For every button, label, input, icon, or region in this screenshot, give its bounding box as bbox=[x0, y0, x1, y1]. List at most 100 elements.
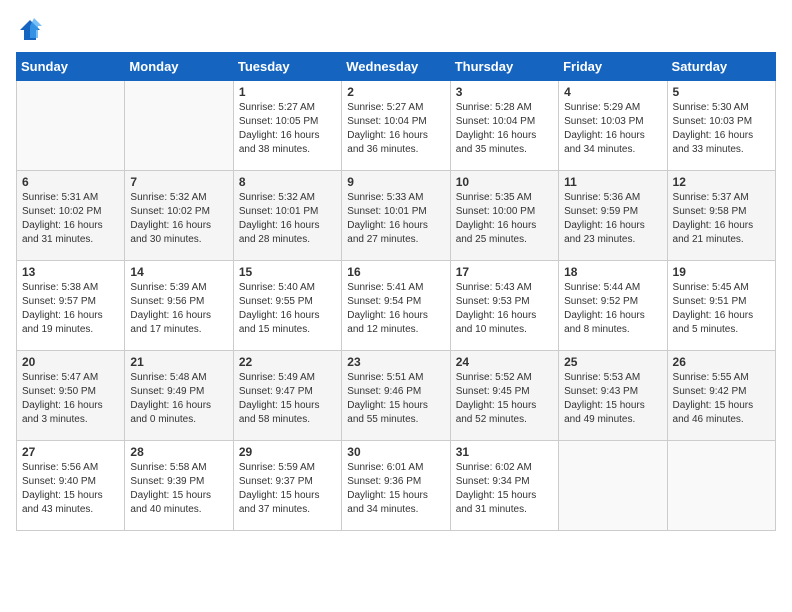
calendar: SundayMondayTuesdayWednesdayThursdayFrid… bbox=[16, 52, 776, 531]
day-info: Sunrise: 5:43 AM Sunset: 9:53 PM Dayligh… bbox=[456, 281, 553, 337]
calendar-day-cell: 9 Sunrise: 5:33 AM Sunset: 10:01 PM Dayli… bbox=[342, 171, 450, 261]
day-number: 27 bbox=[22, 445, 119, 459]
day-number: 14 bbox=[130, 265, 227, 279]
day-number: 8 bbox=[239, 175, 336, 189]
day-info: Sunrise: 5:39 AM Sunset: 9:56 PM Dayligh… bbox=[130, 281, 227, 337]
day-info: Sunrise: 5:48 AM Sunset: 9:49 PM Dayligh… bbox=[130, 371, 227, 427]
day-number: 11 bbox=[564, 175, 661, 189]
weekday-header-cell: Saturday bbox=[667, 53, 775, 81]
day-info: Sunrise: 5:44 AM Sunset: 9:52 PM Dayligh… bbox=[564, 281, 661, 337]
day-info: Sunrise: 5:45 AM Sunset: 9:51 PM Dayligh… bbox=[673, 281, 770, 337]
calendar-day-cell: 11 Sunrise: 5:36 AM Sunset: 9:59 PM Dayli… bbox=[559, 171, 667, 261]
day-number: 9 bbox=[347, 175, 444, 189]
day-info: Sunrise: 5:31 AM Sunset: 10:02 PM Daylig… bbox=[22, 191, 119, 247]
day-info: Sunrise: 5:36 AM Sunset: 9:59 PM Dayligh… bbox=[564, 191, 661, 247]
day-number: 22 bbox=[239, 355, 336, 369]
day-number: 2 bbox=[347, 85, 444, 99]
calendar-day-cell: 7 Sunrise: 5:32 AM Sunset: 10:02 PM Dayli… bbox=[125, 171, 233, 261]
calendar-week-row: 13 Sunrise: 5:38 AM Sunset: 9:57 PM Dayli… bbox=[17, 261, 776, 351]
day-info: Sunrise: 6:01 AM Sunset: 9:36 PM Dayligh… bbox=[347, 461, 444, 517]
weekday-header-cell: Sunday bbox=[17, 53, 125, 81]
calendar-day-cell: 14 Sunrise: 5:39 AM Sunset: 9:56 PM Dayli… bbox=[125, 261, 233, 351]
calendar-week-row: 1 Sunrise: 5:27 AM Sunset: 10:05 PM Dayli… bbox=[17, 81, 776, 171]
day-info: Sunrise: 5:49 AM Sunset: 9:47 PM Dayligh… bbox=[239, 371, 336, 427]
day-number: 19 bbox=[673, 265, 770, 279]
calendar-day-cell: 18 Sunrise: 5:44 AM Sunset: 9:52 PM Dayli… bbox=[559, 261, 667, 351]
day-info: Sunrise: 5:58 AM Sunset: 9:39 PM Dayligh… bbox=[130, 461, 227, 517]
day-number: 12 bbox=[673, 175, 770, 189]
day-number: 28 bbox=[130, 445, 227, 459]
calendar-day-cell: 4Sunrise: 5:29 AM Sunset: 10:03 PM Dayli… bbox=[559, 81, 667, 171]
calendar-week-row: 6Sunrise: 5:31 AM Sunset: 10:02 PM Dayli… bbox=[17, 171, 776, 261]
calendar-day-cell: 19 Sunrise: 5:45 AM Sunset: 9:51 PM Dayli… bbox=[667, 261, 775, 351]
weekday-header-row: SundayMondayTuesdayWednesdayThursdayFrid… bbox=[17, 53, 776, 81]
day-info: Sunrise: 5:30 AM Sunset: 10:03 PM Daylig… bbox=[673, 101, 770, 157]
day-number: 3 bbox=[456, 85, 553, 99]
calendar-body: 1 Sunrise: 5:27 AM Sunset: 10:05 PM Dayli… bbox=[17, 81, 776, 531]
day-number: 1 bbox=[239, 85, 336, 99]
calendar-day-cell: 28 Sunrise: 5:58 AM Sunset: 9:39 PM Dayli… bbox=[125, 441, 233, 531]
calendar-day-cell: 27 Sunrise: 5:56 AM Sunset: 9:40 PM Dayli… bbox=[17, 441, 125, 531]
calendar-day-cell: 29 Sunrise: 5:59 AM Sunset: 9:37 PM Dayli… bbox=[233, 441, 341, 531]
calendar-day-cell: 22 Sunrise: 5:49 AM Sunset: 9:47 PM Dayli… bbox=[233, 351, 341, 441]
calendar-day-cell: 1 Sunrise: 5:27 AM Sunset: 10:05 PM Dayli… bbox=[233, 81, 341, 171]
calendar-day-cell: 16Sunrise: 5:41 AM Sunset: 9:54 PM Dayli… bbox=[342, 261, 450, 351]
calendar-day-cell: 6Sunrise: 5:31 AM Sunset: 10:02 PM Dayli… bbox=[17, 171, 125, 261]
day-number: 30 bbox=[347, 445, 444, 459]
day-number: 21 bbox=[130, 355, 227, 369]
calendar-day-cell: 12Sunrise: 5:37 AM Sunset: 9:58 PM Dayli… bbox=[667, 171, 775, 261]
calendar-day-cell: 15 Sunrise: 5:40 AM Sunset: 9:55 PM Dayli… bbox=[233, 261, 341, 351]
calendar-week-row: 20 Sunrise: 5:47 AM Sunset: 9:50 PM Dayli… bbox=[17, 351, 776, 441]
day-number: 13 bbox=[22, 265, 119, 279]
weekday-header-cell: Wednesday bbox=[342, 53, 450, 81]
day-number: 7 bbox=[130, 175, 227, 189]
calendar-day-cell: 30 Sunrise: 6:01 AM Sunset: 9:36 PM Dayli… bbox=[342, 441, 450, 531]
day-number: 4 bbox=[564, 85, 661, 99]
weekday-header-cell: Thursday bbox=[450, 53, 558, 81]
day-info: Sunrise: 5:52 AM Sunset: 9:45 PM Dayligh… bbox=[456, 371, 553, 427]
day-info: Sunrise: 5:56 AM Sunset: 9:40 PM Dayligh… bbox=[22, 461, 119, 517]
calendar-day-cell: 23Sunrise: 5:51 AM Sunset: 9:46 PM Dayli… bbox=[342, 351, 450, 441]
day-info: Sunrise: 5:40 AM Sunset: 9:55 PM Dayligh… bbox=[239, 281, 336, 337]
calendar-day-cell: 26Sunrise: 5:55 AM Sunset: 9:42 PM Dayli… bbox=[667, 351, 775, 441]
weekday-header-cell: Tuesday bbox=[233, 53, 341, 81]
day-info: Sunrise: 5:59 AM Sunset: 9:37 PM Dayligh… bbox=[239, 461, 336, 517]
day-number: 26 bbox=[673, 355, 770, 369]
day-number: 17 bbox=[456, 265, 553, 279]
day-number: 5 bbox=[673, 85, 770, 99]
calendar-day-cell bbox=[667, 441, 775, 531]
day-number: 31 bbox=[456, 445, 553, 459]
day-number: 25 bbox=[564, 355, 661, 369]
calendar-day-cell: 17 Sunrise: 5:43 AM Sunset: 9:53 PM Dayli… bbox=[450, 261, 558, 351]
day-number: 16 bbox=[347, 265, 444, 279]
day-number: 18 bbox=[564, 265, 661, 279]
calendar-day-cell: 3 Sunrise: 5:28 AM Sunset: 10:04 PM Dayli… bbox=[450, 81, 558, 171]
day-info: Sunrise: 5:47 AM Sunset: 9:50 PM Dayligh… bbox=[22, 371, 119, 427]
calendar-day-cell: 2 Sunrise: 5:27 AM Sunset: 10:04 PM Dayli… bbox=[342, 81, 450, 171]
calendar-day-cell: 13 Sunrise: 5:38 AM Sunset: 9:57 PM Dayli… bbox=[17, 261, 125, 351]
calendar-day-cell bbox=[125, 81, 233, 171]
calendar-day-cell: 31Sunrise: 6:02 AM Sunset: 9:34 PM Dayli… bbox=[450, 441, 558, 531]
calendar-day-cell: 8 Sunrise: 5:32 AM Sunset: 10:01 PM Dayli… bbox=[233, 171, 341, 261]
day-number: 29 bbox=[239, 445, 336, 459]
calendar-day-cell: 25Sunrise: 5:53 AM Sunset: 9:43 PM Dayli… bbox=[559, 351, 667, 441]
calendar-day-cell bbox=[17, 81, 125, 171]
day-info: Sunrise: 5:38 AM Sunset: 9:57 PM Dayligh… bbox=[22, 281, 119, 337]
day-number: 20 bbox=[22, 355, 119, 369]
day-info: Sunrise: 5:32 AM Sunset: 10:02 PM Daylig… bbox=[130, 191, 227, 247]
day-info: Sunrise: 5:27 AM Sunset: 10:05 PM Daylig… bbox=[239, 101, 336, 157]
day-number: 15 bbox=[239, 265, 336, 279]
calendar-day-cell: 21 Sunrise: 5:48 AM Sunset: 9:49 PM Dayli… bbox=[125, 351, 233, 441]
logo bbox=[16, 16, 48, 44]
day-info: Sunrise: 5:35 AM Sunset: 10:00 PM Daylig… bbox=[456, 191, 553, 247]
day-number: 23 bbox=[347, 355, 444, 369]
day-info: Sunrise: 5:33 AM Sunset: 10:01 PM Daylig… bbox=[347, 191, 444, 247]
calendar-week-row: 27 Sunrise: 5:56 AM Sunset: 9:40 PM Dayli… bbox=[17, 441, 776, 531]
weekday-header-cell: Friday bbox=[559, 53, 667, 81]
day-info: Sunrise: 5:28 AM Sunset: 10:04 PM Daylig… bbox=[456, 101, 553, 157]
calendar-day-cell: 20 Sunrise: 5:47 AM Sunset: 9:50 PM Dayli… bbox=[17, 351, 125, 441]
day-info: Sunrise: 5:32 AM Sunset: 10:01 PM Daylig… bbox=[239, 191, 336, 247]
calendar-day-cell: 5 Sunrise: 5:30 AM Sunset: 10:03 PM Dayli… bbox=[667, 81, 775, 171]
day-info: Sunrise: 5:27 AM Sunset: 10:04 PM Daylig… bbox=[347, 101, 444, 157]
weekday-header-cell: Monday bbox=[125, 53, 233, 81]
